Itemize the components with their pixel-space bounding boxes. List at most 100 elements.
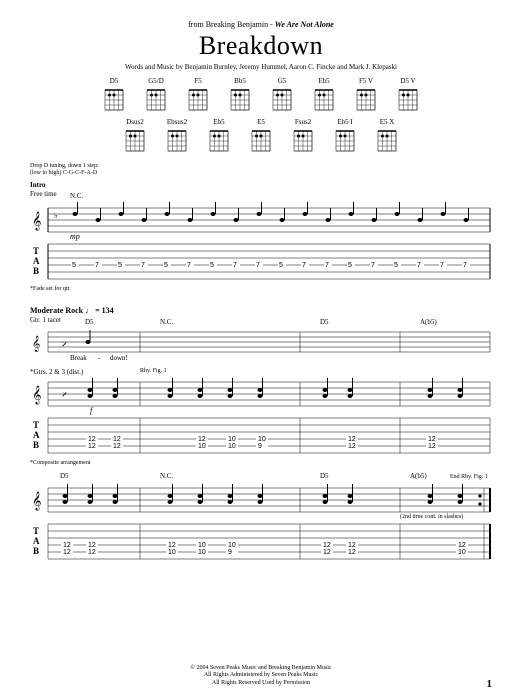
tuning-line1: Drop D tuning, down 1 step:: [30, 163, 492, 170]
system-2: D5 N.C. D5 A(b5) 𝄞 𝄎: [30, 328, 492, 466]
tempo-marking: Moderate Rock ♩ = 134: [30, 306, 492, 315]
chord-diagram: G5/D: [142, 77, 170, 112]
notation-staff-3: D5 N.C. D5 A(b5) End Rhy. Fig. 1: [30, 482, 492, 518]
svg-text:A: A: [33, 536, 40, 546]
svg-text:𝄎: 𝄎: [62, 390, 67, 401]
chord-diagram: G5: [268, 77, 296, 112]
svg-text:10: 10: [168, 549, 176, 556]
svg-text:A: A: [33, 430, 40, 440]
song-title: Breakdown: [30, 31, 492, 61]
chord-diagram: E5: [247, 118, 275, 153]
chord-grid: [376, 127, 398, 153]
chord-diagram-row-1: D5 G5/D F5 Bb5 G5 Eb5 F5 V D5 V: [30, 77, 492, 112]
freetime-label: Free time: [30, 190, 492, 198]
svg-text:B: B: [33, 266, 39, 276]
chord-diagram: Ebsus2: [163, 118, 191, 153]
lyric-down: down!: [110, 354, 128, 362]
svg-text:12: 12: [348, 443, 356, 450]
chord-grid: [187, 86, 209, 112]
chord-label: Fsus2: [295, 118, 311, 126]
chord-label: G5/D: [148, 77, 164, 85]
svg-text:B: B: [33, 546, 39, 556]
chord-ab5: A(b5): [420, 318, 437, 326]
chord-grid: [292, 127, 314, 153]
footnote-2: *Composite arrangement: [30, 460, 492, 466]
system-1: N.C. 𝄞 ♭ mp: [30, 202, 492, 292]
svg-text:10: 10: [458, 549, 466, 556]
page-number: 1: [487, 678, 493, 690]
svg-text:7: 7: [141, 262, 145, 269]
chord-diagram: E5 X: [373, 118, 401, 153]
svg-text:T: T: [33, 246, 39, 256]
svg-text:5: 5: [279, 262, 283, 269]
lyric-break: Break: [70, 354, 87, 362]
chord-label: Ebsus2: [167, 118, 187, 126]
chord-nc-3: N.C.: [160, 472, 173, 480]
chord-diagram: Eb5: [205, 118, 233, 153]
svg-text:7: 7: [440, 262, 444, 269]
chord-grid: [271, 86, 293, 112]
svg-text:𝄞: 𝄞: [32, 492, 41, 511]
system-3: D5 N.C. D5 A(b5) End Rhy. Fig. 1: [30, 482, 492, 564]
footnote-1: *Fade set for qtr.: [30, 286, 492, 292]
chord-label: Eb5: [213, 118, 224, 126]
intro-label: Intro: [30, 181, 492, 189]
album-title: We Are Not Alone: [275, 20, 334, 29]
chord-ab5-3: A(b5): [410, 472, 427, 480]
chord-label: Bb5: [234, 77, 246, 85]
svg-text:7: 7: [233, 262, 237, 269]
chord-diagram: F5 V: [352, 77, 380, 112]
svg-text:7: 7: [417, 262, 421, 269]
svg-text:T: T: [33, 420, 39, 430]
chord-grid: [229, 86, 251, 112]
chord-grid: [124, 127, 146, 153]
svg-text:9: 9: [228, 549, 232, 556]
chord-grid: [313, 86, 335, 112]
svg-text:12: 12: [323, 549, 331, 556]
svg-text:12: 12: [63, 549, 71, 556]
chord-d5b: D5: [320, 318, 329, 326]
svg-text:5: 5: [348, 262, 352, 269]
svg-text:𝄞: 𝄞: [32, 336, 40, 352]
chord-label: Dsus2: [126, 118, 144, 126]
chord-diagram: D5: [100, 77, 128, 112]
chord-grid: [208, 127, 230, 153]
tab-staff-3: T A B 1212121212101010109121212121210: [30, 520, 492, 564]
copyright-l3: All Rights Reserved Used by Permission: [0, 680, 522, 688]
gtrs23-label: *Gtrs. 2 & 3 (dist.): [30, 368, 492, 376]
chord-diagram: Eb5: [310, 77, 338, 112]
svg-text:10: 10: [198, 443, 206, 450]
chord-label: D5 V: [400, 77, 415, 85]
svg-text:7: 7: [325, 262, 329, 269]
tuning-line2: (low to high) C-G-C-F-A-D: [30, 170, 492, 177]
chord-label: F5: [194, 77, 201, 85]
svg-text:5: 5: [210, 262, 214, 269]
svg-text:T: T: [33, 526, 39, 536]
chord-label: D5: [110, 77, 119, 85]
sheet-header: from Breaking Benjamin - We Are Not Alon…: [30, 20, 492, 71]
chord-diagram: Dsus2: [121, 118, 149, 153]
chord-label: Eb5: [318, 77, 329, 85]
svg-text:𝄎: 𝄎: [62, 340, 67, 351]
svg-text:7: 7: [95, 262, 99, 269]
svg-text:7: 7: [463, 262, 467, 269]
svg-text:♭: ♭: [54, 211, 58, 220]
svg-text:7: 7: [371, 262, 375, 269]
copyright-l1: © 2004 Seven Peaks Music and Breaking Be…: [0, 665, 522, 673]
chord-grid: [166, 127, 188, 153]
chord-d5-3: D5: [60, 472, 69, 480]
svg-text:10: 10: [198, 549, 206, 556]
chord-grid: [250, 127, 272, 153]
svg-text:7: 7: [187, 262, 191, 269]
chord-diagram: Eb5 I: [331, 118, 359, 153]
from-prefix: from Breaking Benjamin -: [188, 20, 273, 29]
chord-nc: N.C.: [160, 318, 173, 326]
chord-grid: [145, 86, 167, 112]
chord-grid: [334, 127, 356, 153]
chord-diagram: F5: [184, 77, 212, 112]
svg-text:A: A: [33, 256, 40, 266]
chord-diagram: Fsus2: [289, 118, 317, 153]
chord-label: Eb5 I: [337, 118, 352, 126]
svg-text:5: 5: [72, 262, 76, 269]
svg-text:𝄞: 𝄞: [32, 386, 41, 405]
